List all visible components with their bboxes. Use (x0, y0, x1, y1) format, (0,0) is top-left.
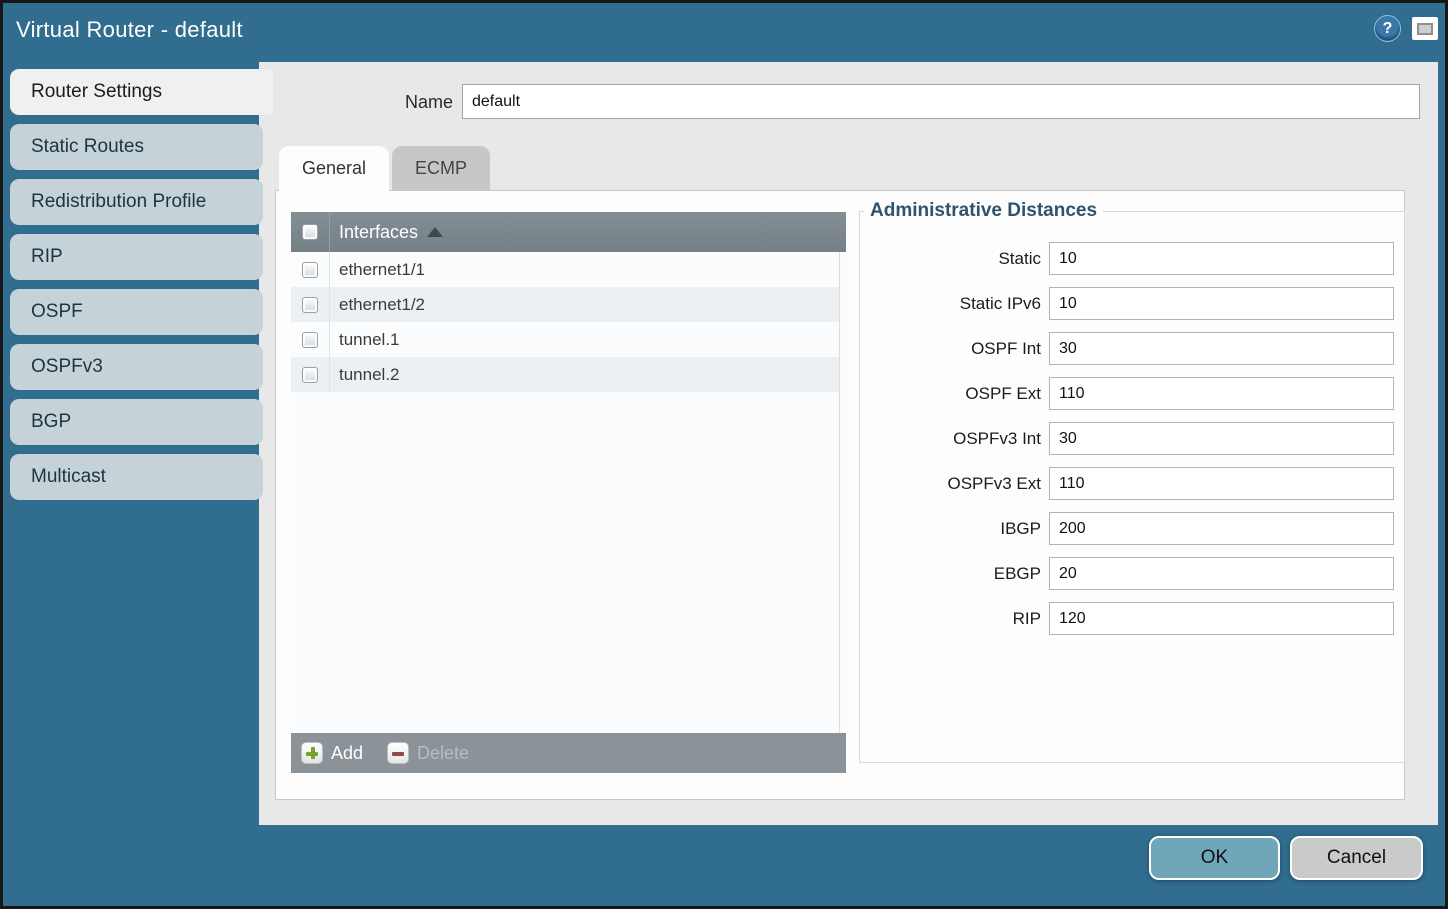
cancel-button[interactable]: Cancel (1290, 836, 1423, 880)
rip-input[interactable] (1049, 602, 1394, 635)
sidebar-item-router-settings[interactable]: Router Settings (10, 69, 273, 115)
virtual-router-dialog: Virtual Router - default ? Router Settin… (0, 0, 1448, 909)
rip-label: RIP (1013, 609, 1049, 629)
ad-row-ospfv3-ext: OSPFv3 Ext (860, 467, 1404, 500)
delete-button[interactable]: Delete (387, 742, 469, 764)
ospfv3-int-input[interactable] (1049, 422, 1394, 455)
interfaces-table-footer: Add Delete (291, 733, 846, 773)
ebgp-input[interactable] (1049, 557, 1394, 590)
sidebar-item-multicast[interactable]: Multicast (10, 454, 263, 500)
sidebar-item-rip[interactable]: RIP (10, 234, 263, 280)
administrative-distances-rows: Static Static IPv6 OSPF Int OSPF Ex (860, 222, 1404, 635)
row-checkbox-cell (291, 357, 330, 392)
tab-ecmp[interactable]: ECMP (392, 146, 490, 191)
ospf-ext-input[interactable] (1049, 377, 1394, 410)
sidebar: Router Settings Static Routes Redistribu… (10, 69, 263, 509)
ad-row-ospf-ext: OSPF Ext (860, 377, 1404, 410)
row-checkbox-cell (291, 252, 330, 287)
interface-name: ethernet1/2 (330, 287, 425, 322)
ad-row-static-ipv6: Static IPv6 (860, 287, 1404, 320)
ibgp-label: IBGP (1000, 519, 1049, 539)
sort-ascending-icon (427, 227, 443, 237)
table-row[interactable]: ethernet1/2 (291, 287, 846, 322)
administrative-distances-legend: Administrative Distances (864, 200, 1103, 222)
delete-button-label: Delete (417, 743, 469, 764)
general-tab-panel: Interfaces ethernet1/1 (275, 190, 1405, 800)
name-label: Name (405, 92, 453, 113)
row-checkbox[interactable] (302, 367, 318, 383)
static-label: Static (998, 249, 1049, 269)
content-panel: Name General ECMP Interfaces (259, 62, 1438, 825)
static-input[interactable] (1049, 242, 1394, 275)
ibgp-input[interactable] (1049, 512, 1394, 545)
sidebar-item-ospfv3[interactable]: OSPFv3 (10, 344, 263, 390)
ad-row-static: Static (860, 242, 1404, 275)
ospf-ext-label: OSPF Ext (965, 384, 1049, 404)
ospfv3-ext-input[interactable] (1049, 467, 1394, 500)
dialog-frame: Virtual Router - default ? Router Settin… (3, 3, 1445, 906)
sidebar-item-redistribution-profile[interactable]: Redistribution Profile (10, 179, 263, 225)
help-icon[interactable]: ? (1374, 15, 1401, 42)
ospf-int-label: OSPF Int (971, 339, 1049, 359)
row-checkbox[interactable] (302, 262, 318, 278)
ad-row-ibgp: IBGP (860, 512, 1404, 545)
tab-general[interactable]: General (279, 146, 389, 191)
ad-row-rip: RIP (860, 602, 1404, 635)
table-row[interactable]: tunnel.1 (291, 322, 846, 357)
interfaces-column-label: Interfaces (339, 222, 418, 243)
ospf-int-input[interactable] (1049, 332, 1394, 365)
interface-name: ethernet1/1 (330, 252, 425, 287)
select-all-checkbox[interactable] (302, 224, 318, 240)
interfaces-column-header[interactable]: Interfaces (330, 212, 443, 252)
ospfv3-int-label: OSPFv3 Int (953, 429, 1049, 449)
administrative-distances-fieldset: Administrative Distances Static Static I… (859, 200, 1405, 763)
ebgp-label: EBGP (994, 564, 1049, 584)
name-input[interactable] (462, 84, 1420, 119)
sidebar-item-bgp[interactable]: BGP (10, 399, 263, 445)
interfaces-table-body: ethernet1/1 ethernet1/2 tu (291, 252, 846, 733)
window-restore-icon-inner (1417, 23, 1433, 35)
row-checkbox[interactable] (302, 297, 318, 313)
ad-row-ospf-int: OSPF Int (860, 332, 1404, 365)
select-all-cell (291, 212, 330, 252)
table-row[interactable]: tunnel.2 (291, 357, 846, 392)
static-ipv6-label: Static IPv6 (960, 294, 1049, 314)
interfaces-table: Interfaces ethernet1/1 (291, 212, 846, 773)
add-button-label: Add (331, 743, 363, 764)
row-checkbox[interactable] (302, 332, 318, 348)
ok-button[interactable]: OK (1149, 836, 1280, 880)
row-checkbox-cell (291, 322, 330, 357)
row-checkbox-cell (291, 287, 330, 322)
interfaces-table-header: Interfaces (291, 212, 846, 252)
ad-row-ospfv3-int: OSPFv3 Int (860, 422, 1404, 455)
table-row[interactable]: ethernet1/1 (291, 252, 846, 287)
interface-name: tunnel.2 (330, 357, 400, 392)
ospfv3-ext-label: OSPFv3 Ext (947, 474, 1049, 494)
add-plus-icon (301, 742, 323, 764)
static-ipv6-input[interactable] (1049, 287, 1394, 320)
table-scrollbar[interactable] (839, 252, 846, 733)
delete-minus-icon (387, 742, 409, 764)
interface-name: tunnel.1 (330, 322, 400, 357)
sidebar-item-ospf[interactable]: OSPF (10, 289, 263, 335)
window-restore-icon[interactable] (1412, 17, 1438, 40)
ad-row-ebgp: EBGP (860, 557, 1404, 590)
dialog-title: Virtual Router - default (16, 17, 243, 43)
sidebar-item-static-routes[interactable]: Static Routes (10, 124, 263, 170)
add-button[interactable]: Add (301, 742, 363, 764)
